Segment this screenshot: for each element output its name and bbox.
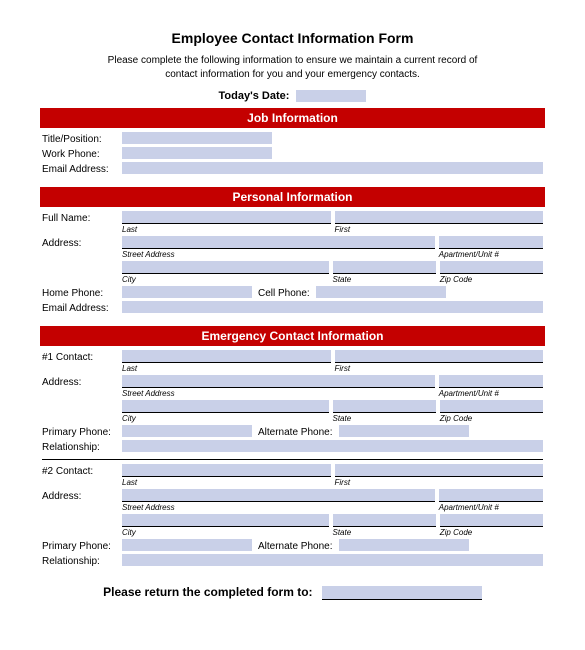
city-hint: City	[122, 273, 329, 284]
personal-section-body: Full Name: Last First Address: Street Ad…	[40, 207, 545, 322]
c2-zip-input[interactable]	[440, 514, 543, 526]
c1-addr-spacer	[42, 400, 122, 402]
state-input[interactable]	[333, 261, 436, 273]
c1-address-label: Address:	[42, 375, 122, 388]
c1-state-input[interactable]	[333, 400, 436, 412]
c2-alt-phone-input[interactable]	[339, 539, 469, 551]
title-position-label: Title/Position:	[42, 132, 122, 145]
home-phone-input[interactable]	[122, 286, 252, 298]
firstname-hint: First	[335, 223, 544, 234]
c1-relationship-label: Relationship:	[42, 440, 122, 453]
c1-city-input[interactable]	[122, 400, 329, 412]
personal-email-input[interactable]	[122, 301, 543, 313]
cell-phone-input[interactable]	[316, 286, 446, 298]
job-email-label: Email Address:	[42, 162, 122, 175]
lastname-input[interactable]	[122, 211, 331, 223]
job-email-input[interactable]	[122, 162, 543, 174]
c2-state-input[interactable]	[333, 514, 436, 526]
date-input[interactable]	[296, 90, 366, 102]
c2-apt-input[interactable]	[439, 489, 543, 501]
c1-street-input[interactable]	[122, 375, 435, 387]
c1-zip-input[interactable]	[440, 400, 543, 412]
fullname-label: Full Name:	[42, 211, 122, 224]
contact-divider	[42, 459, 543, 460]
c1-apt-input[interactable]	[439, 375, 543, 387]
c1-street-hint: Street Address	[122, 387, 435, 398]
c2-addr-spacer	[42, 514, 122, 516]
c1-primary-phone-label: Primary Phone:	[42, 425, 122, 438]
home-phone-label: Home Phone:	[42, 286, 122, 299]
c1-primary-phone-input[interactable]	[122, 425, 252, 437]
c1-first-hint: First	[335, 362, 544, 373]
c2-relationship-input[interactable]	[122, 554, 543, 566]
zip-hint: Zip Code	[440, 273, 543, 284]
c2-last-input[interactable]	[122, 464, 331, 476]
contact1-label: #1 Contact:	[42, 350, 122, 363]
return-row: Please return the completed form to:	[40, 585, 545, 600]
c1-last-hint: Last	[122, 362, 331, 373]
work-phone-label: Work Phone:	[42, 147, 122, 160]
lastname-hint: Last	[122, 223, 331, 234]
contact2-label: #2 Contact:	[42, 464, 122, 477]
c1-first-input[interactable]	[335, 350, 544, 362]
c2-city-input[interactable]	[122, 514, 329, 526]
city-input[interactable]	[122, 261, 329, 273]
address-spacer	[42, 261, 122, 263]
c2-apt-hint: Apartment/Unit #	[439, 501, 543, 512]
c1-alt-phone-label: Alternate Phone:	[252, 425, 339, 438]
date-row: Today's Date:	[40, 90, 545, 102]
c2-alt-phone-label: Alternate Phone:	[252, 539, 339, 552]
work-phone-input[interactable]	[122, 147, 272, 159]
c2-first-hint: First	[335, 476, 544, 487]
c1-apt-hint: Apartment/Unit #	[439, 387, 543, 398]
c2-state-hint: State	[333, 526, 436, 537]
c2-street-hint: Street Address	[122, 501, 435, 512]
personal-section-header: Personal Information	[40, 187, 545, 207]
form-title: Employee Contact Information Form	[40, 30, 545, 46]
title-position-input[interactable]	[122, 132, 272, 144]
street-input[interactable]	[122, 236, 435, 248]
c1-state-hint: State	[333, 412, 436, 423]
state-hint: State	[333, 273, 436, 284]
street-hint: Street Address	[122, 248, 435, 259]
c1-zip-hint: Zip Code	[440, 412, 543, 423]
c2-primary-phone-label: Primary Phone:	[42, 539, 122, 552]
c1-relationship-input[interactable]	[122, 440, 543, 452]
apt-hint: Apartment/Unit #	[439, 248, 543, 259]
c1-city-hint: City	[122, 412, 329, 423]
zip-input[interactable]	[440, 261, 543, 273]
c2-address-label: Address:	[42, 489, 122, 502]
personal-email-label: Email Address:	[42, 301, 122, 314]
return-input[interactable]	[322, 586, 482, 600]
emergency-section-body: #1 Contact: Last First Address: Street A…	[40, 346, 545, 575]
address-label: Address:	[42, 236, 122, 249]
apt-input[interactable]	[439, 236, 543, 248]
c2-first-input[interactable]	[335, 464, 544, 476]
cell-phone-label: Cell Phone:	[252, 286, 316, 299]
c2-city-hint: City	[122, 526, 329, 537]
firstname-input[interactable]	[335, 211, 544, 223]
c2-zip-hint: Zip Code	[440, 526, 543, 537]
c1-alt-phone-input[interactable]	[339, 425, 469, 437]
c2-street-input[interactable]	[122, 489, 435, 501]
c2-relationship-label: Relationship:	[42, 554, 122, 567]
return-label: Please return the completed form to:	[103, 585, 312, 599]
c2-primary-phone-input[interactable]	[122, 539, 252, 551]
date-label: Today's Date:	[219, 90, 290, 102]
c2-last-hint: Last	[122, 476, 331, 487]
intro-text: Please complete the following informatio…	[93, 54, 493, 82]
c1-last-input[interactable]	[122, 350, 331, 362]
job-section-header: Job Information	[40, 108, 545, 128]
emergency-section-header: Emergency Contact Information	[40, 326, 545, 346]
job-section-body: Title/Position: Work Phone: Email Addres…	[40, 128, 545, 183]
